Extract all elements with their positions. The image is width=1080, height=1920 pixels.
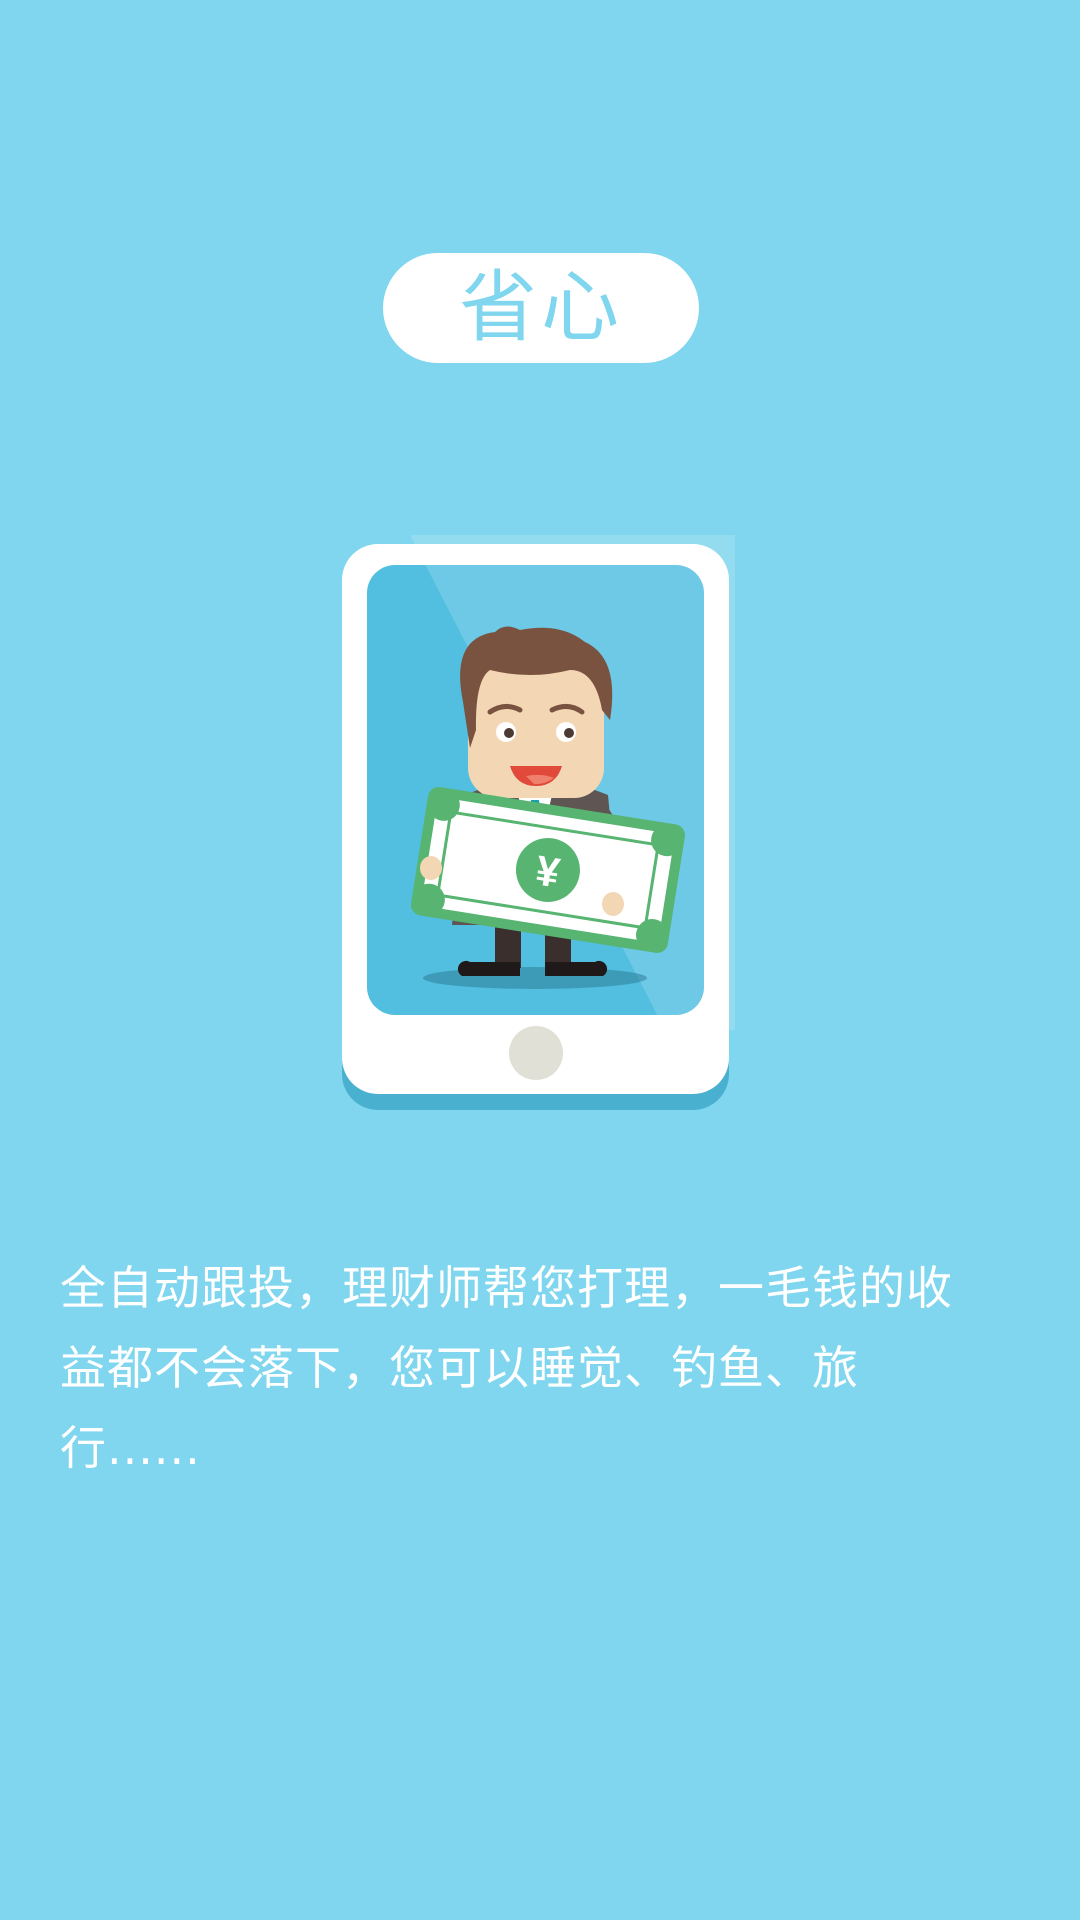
floor-shadow (423, 967, 647, 989)
feature-description: 全自动跟投，理财师帮您打理，一毛钱的收益都不会落下，您可以睡觉、钓鱼、旅行...… (60, 1261, 953, 1475)
page-title: 省心 (458, 263, 623, 353)
onboarding-screen: 省心 ¥ 全自动跟投，理财师帮您打理，一毛钱的收益都不会落下，您可以睡觉、钓鱼、… (0, 0, 1080, 1920)
home-button-icon (509, 1026, 563, 1080)
phone-illustration: ¥ (342, 535, 735, 1110)
title-badge: 省心 (383, 253, 699, 363)
